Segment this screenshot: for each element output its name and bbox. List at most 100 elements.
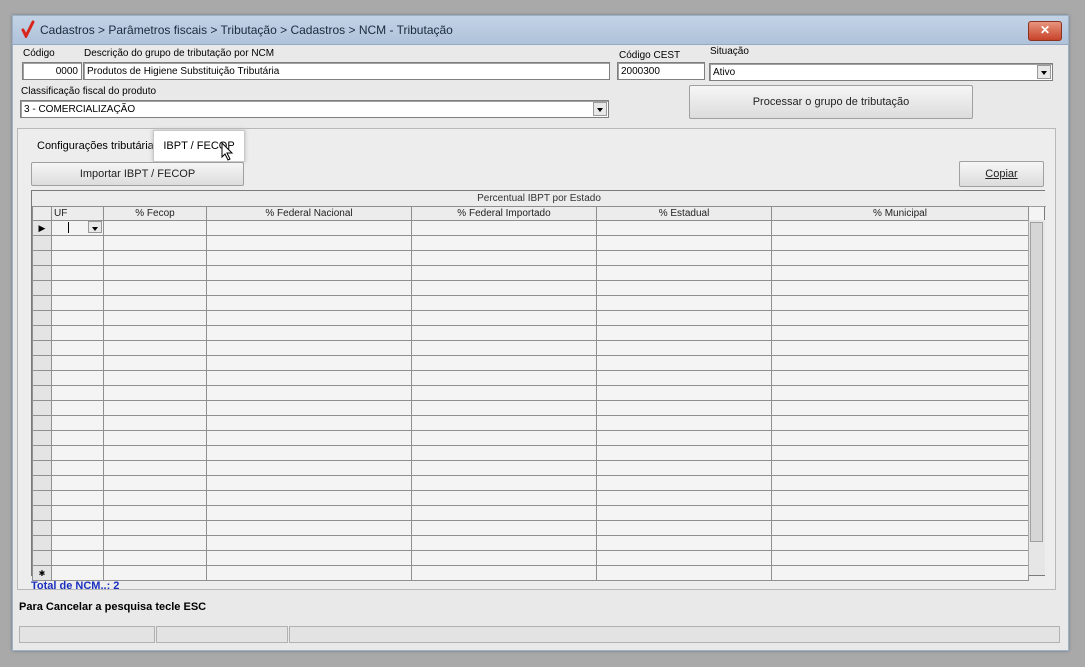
municipal-cell[interactable] xyxy=(771,460,1029,476)
federal-importado-cell[interactable] xyxy=(411,460,597,476)
uf-cell[interactable] xyxy=(51,325,104,341)
estadual-cell[interactable] xyxy=(596,355,772,371)
chevron-down-icon[interactable] xyxy=(88,221,102,233)
grid-row-empty[interactable] xyxy=(32,460,1029,476)
municipal-cell[interactable] xyxy=(771,385,1029,401)
uf-cell[interactable] xyxy=(51,355,104,371)
federal-nacional-cell[interactable] xyxy=(206,460,412,476)
uf-cell[interactable] xyxy=(51,535,104,551)
federal-importado-cell[interactable] xyxy=(411,325,597,341)
grid-row-empty[interactable] xyxy=(32,550,1029,566)
federal-nacional-cell[interactable] xyxy=(206,265,412,281)
ibpt-grid[interactable]: Percentual IBPT por Estado UF % Fecop % … xyxy=(31,190,1046,581)
fecop-cell[interactable] xyxy=(103,355,207,371)
estadual-cell[interactable] xyxy=(596,325,772,341)
fecop-cell[interactable] xyxy=(103,490,207,506)
new-row-cell[interactable] xyxy=(51,565,104,581)
grid-row-empty[interactable] xyxy=(32,295,1029,311)
federal-importado-cell[interactable] xyxy=(411,220,597,236)
new-row-cell[interactable] xyxy=(771,565,1029,581)
fecop-cell[interactable] xyxy=(103,400,207,416)
new-row-cell[interactable] xyxy=(411,565,597,581)
federal-nacional-cell[interactable] xyxy=(206,520,412,536)
fecop-cell[interactable] xyxy=(103,520,207,536)
estadual-cell[interactable] xyxy=(596,490,772,506)
grid-row-empty[interactable] xyxy=(32,505,1029,521)
codigo-field[interactable]: 0000 xyxy=(22,62,82,80)
uf-cell[interactable] xyxy=(51,265,104,281)
federal-importado-cell[interactable] xyxy=(411,475,597,491)
grid-row-empty[interactable] xyxy=(32,430,1029,446)
municipal-cell[interactable] xyxy=(771,400,1029,416)
estadual-cell[interactable] xyxy=(596,430,772,446)
grid-header-uf[interactable]: UF xyxy=(51,206,104,221)
federal-importado-cell[interactable] xyxy=(411,490,597,506)
fecop-cell[interactable] xyxy=(103,295,207,311)
grid-row-new[interactable]: ✱ xyxy=(32,565,1029,581)
close-button[interactable]: ✕ xyxy=(1028,21,1062,41)
new-row-cell[interactable] xyxy=(103,565,207,581)
federal-nacional-cell[interactable] xyxy=(206,310,412,326)
grid-row-empty[interactable] xyxy=(32,280,1029,296)
federal-nacional-cell[interactable] xyxy=(206,445,412,461)
new-row-cell[interactable] xyxy=(206,565,412,581)
fecop-cell[interactable] xyxy=(103,385,207,401)
municipal-cell[interactable] xyxy=(771,520,1029,536)
grid-row-empty[interactable] xyxy=(32,445,1029,461)
grid-row-empty[interactable] xyxy=(32,250,1029,266)
uf-cell[interactable] xyxy=(51,550,104,566)
estadual-cell[interactable] xyxy=(596,535,772,551)
estadual-cell[interactable] xyxy=(596,475,772,491)
grid-row-empty[interactable] xyxy=(32,535,1029,551)
federal-importado-cell[interactable] xyxy=(411,370,597,386)
uf-cell[interactable] xyxy=(51,340,104,356)
fecop-cell[interactable] xyxy=(103,325,207,341)
municipal-cell[interactable] xyxy=(771,370,1029,386)
grid-row-empty[interactable] xyxy=(32,385,1029,401)
federal-importado-cell[interactable] xyxy=(411,415,597,431)
federal-nacional-cell[interactable] xyxy=(206,505,412,521)
grid-row-empty[interactable] xyxy=(32,370,1029,386)
grid-header-fecop[interactable]: % Fecop xyxy=(103,206,207,221)
municipal-cell[interactable] xyxy=(771,325,1029,341)
new-row-cell[interactable] xyxy=(596,565,772,581)
estadual-cell[interactable] xyxy=(596,415,772,431)
estadual-cell[interactable] xyxy=(596,400,772,416)
grid-row-empty[interactable] xyxy=(32,475,1029,491)
processar-button[interactable]: Processar o grupo de tributação xyxy=(689,85,973,119)
grid-row-empty[interactable] xyxy=(32,355,1029,371)
grid-row-empty[interactable] xyxy=(32,340,1029,356)
fecop-cell[interactable] xyxy=(103,505,207,521)
descricao-field[interactable]: Produtos de Higiene Substituição Tributá… xyxy=(83,62,610,80)
uf-cell[interactable] xyxy=(51,220,104,236)
grid-row-empty[interactable] xyxy=(32,310,1029,326)
importar-ibpt-fecop-button[interactable]: Importar IBPT / FECOP xyxy=(31,162,244,186)
grid-header-municipal[interactable]: % Municipal xyxy=(771,206,1029,221)
uf-cell[interactable] xyxy=(51,430,104,446)
fecop-cell[interactable] xyxy=(103,460,207,476)
federal-nacional-cell[interactable] xyxy=(206,340,412,356)
grid-row-empty[interactable] xyxy=(32,415,1029,431)
federal-nacional-cell[interactable] xyxy=(206,370,412,386)
fecop-cell[interactable] xyxy=(103,475,207,491)
federal-importado-cell[interactable] xyxy=(411,445,597,461)
estadual-cell[interactable] xyxy=(596,310,772,326)
estadual-cell[interactable] xyxy=(596,235,772,251)
uf-cell[interactable] xyxy=(51,520,104,536)
estadual-cell[interactable] xyxy=(596,370,772,386)
municipal-cell[interactable] xyxy=(771,490,1029,506)
federal-nacional-cell[interactable] xyxy=(206,220,412,236)
federal-importado-cell[interactable] xyxy=(411,340,597,356)
fecop-cell[interactable] xyxy=(103,340,207,356)
scrollbar-thumb[interactable] xyxy=(1030,222,1043,542)
grid-row-empty[interactable] xyxy=(32,265,1029,281)
municipal-cell[interactable] xyxy=(771,550,1029,566)
uf-cell[interactable] xyxy=(51,385,104,401)
federal-importado-cell[interactable] xyxy=(411,355,597,371)
grid-vertical-scrollbar[interactable] xyxy=(1028,220,1045,575)
grid-row-empty[interactable] xyxy=(32,400,1029,416)
federal-nacional-cell[interactable] xyxy=(206,475,412,491)
chevron-down-icon[interactable] xyxy=(593,102,607,116)
municipal-cell[interactable] xyxy=(771,235,1029,251)
federal-importado-cell[interactable] xyxy=(411,505,597,521)
